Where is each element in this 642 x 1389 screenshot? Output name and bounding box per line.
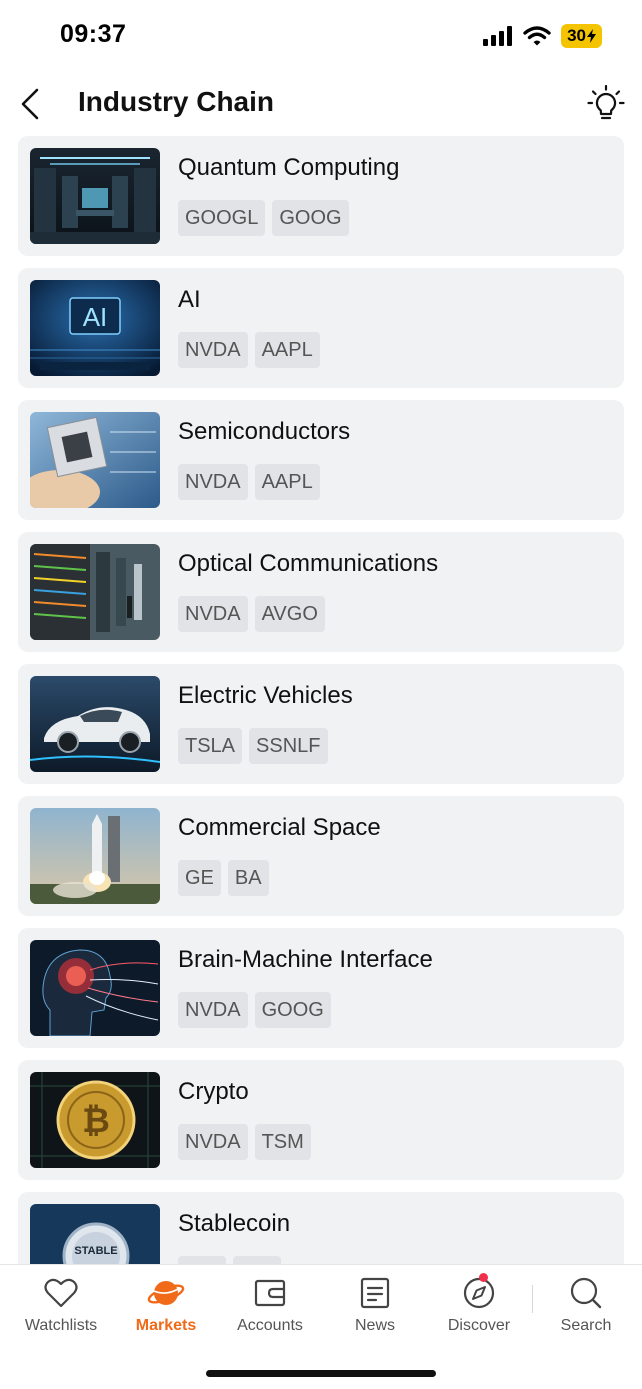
ticker-tag[interactable]: GE: [178, 860, 221, 896]
signal-icon: [483, 26, 513, 46]
planet-icon: [147, 1281, 185, 1305]
rocket-launch-image: [30, 808, 160, 904]
ticker-tags: NVDA AAPL: [178, 464, 320, 500]
heart-icon: [44, 1278, 78, 1308]
tab-label: Accounts: [237, 1317, 303, 1334]
tab-label: Search: [560, 1317, 612, 1334]
industry-card-quantum-computing[interactable]: Quantum Computing GOOGL GOOG: [18, 136, 624, 256]
ticker-tag[interactable]: AAPL: [254, 464, 320, 500]
industry-name: Stablecoin: [178, 1210, 291, 1237]
bottom-tab-bar: Watchlists Markets Accounts News Discove…: [0, 1264, 642, 1389]
ticker-tag[interactable]: GOOG: [254, 992, 331, 1028]
industry-name: Quantum Computing: [178, 154, 400, 181]
ai-chip-image: AI: [30, 280, 160, 376]
ticker-tag[interactable]: SSNLF: [249, 728, 328, 764]
ticker-tags: GE BA: [178, 860, 269, 896]
tips-button[interactable]: [586, 82, 626, 126]
compass-icon: [463, 1277, 495, 1309]
stable-coin-text: STABLE: [74, 1245, 117, 1257]
ticker-tag[interactable]: [233, 1256, 281, 1264]
tab-search[interactable]: Search: [536, 1275, 636, 1335]
page-title: Industry Chain: [78, 86, 275, 117]
ticker-tags: NVDA AVGO: [178, 596, 325, 632]
ticker-tag[interactable]: TSLA: [178, 728, 243, 764]
ticker-tag[interactable]: AVGO: [254, 596, 325, 632]
ticker-tags: GOOGL GOOG: [178, 200, 349, 236]
industry-card-brain-machine-interface[interactable]: Brain-Machine Interface NVDA GOOG: [18, 928, 624, 1048]
industry-name: Crypto: [178, 1078, 249, 1105]
ai-chip-text: AI: [83, 302, 108, 332]
svg-text:₿: ₿: [82, 1102, 110, 1140]
electric-car-image: [30, 676, 160, 772]
industry-name: Semiconductors: [178, 418, 351, 445]
industry-name: Electric Vehicles: [178, 682, 353, 709]
status-bar: 09:37 30: [0, 0, 642, 72]
industry-card-crypto[interactable]: ₿ Crypto NVDA TSM: [18, 1060, 624, 1180]
ticker-tag[interactable]: NVDA: [178, 332, 248, 368]
tab-discover[interactable]: Discover: [429, 1273, 529, 1335]
ticker-tag[interactable]: NVDA: [178, 992, 248, 1028]
stable-coin-image: STABLE: [30, 1204, 160, 1264]
back-button[interactable]: [12, 84, 48, 124]
industry-name: AI: [178, 286, 201, 313]
ticker-tag[interactable]: GOOG: [272, 200, 349, 236]
tab-watchlists[interactable]: Watchlists: [11, 1275, 111, 1335]
tab-label: Markets: [135, 1317, 197, 1334]
nav-header: Industry Chain: [0, 72, 642, 136]
tab-label: News: [354, 1317, 395, 1334]
fiber-racks-image: [30, 544, 160, 640]
battery-indicator: 30: [561, 24, 602, 48]
brain-head-image: [30, 940, 160, 1036]
status-time: 09:37: [60, 20, 127, 48]
tab-divider: [532, 1285, 533, 1313]
ticker-tag[interactable]: AAPL: [254, 332, 320, 368]
industry-card-semiconductors[interactable]: Semiconductors NVDA AAPL: [18, 400, 624, 520]
tab-news[interactable]: News: [325, 1275, 425, 1335]
industry-name: Optical Communications: [178, 550, 439, 577]
ticker-tag[interactable]: [178, 1256, 226, 1264]
ticker-tags: [178, 1256, 281, 1264]
news-icon: [360, 1277, 390, 1309]
industry-card-optical-communications[interactable]: Optical Communications NVDA AVGO: [18, 532, 624, 652]
wallet-icon: [254, 1279, 286, 1307]
industry-name: Brain-Machine Interface: [178, 946, 433, 973]
bitcoin-coin-image: ₿: [30, 1072, 160, 1168]
industry-name: Commercial Space: [178, 814, 381, 841]
tab-markets[interactable]: Markets: [116, 1275, 216, 1335]
search-icon: [570, 1277, 602, 1309]
industry-card-stablecoin[interactable]: STABLE Stablecoin: [18, 1192, 624, 1264]
microchip-image: [30, 412, 160, 508]
chevron-left-icon: [21, 88, 39, 120]
ticker-tag[interactable]: BA: [227, 860, 269, 896]
server-room-image: [30, 148, 160, 244]
wifi-icon: [523, 26, 551, 46]
home-indicator: [206, 1370, 436, 1377]
ticker-tags: NVDA GOOG: [178, 992, 331, 1028]
tab-label: Discover: [447, 1317, 511, 1334]
industry-card-commercial-space[interactable]: Commercial Space GE BA: [18, 796, 624, 916]
ticker-tag[interactable]: NVDA: [178, 1124, 248, 1160]
charging-bolt-icon: [587, 29, 596, 43]
battery-level: 30: [567, 26, 586, 45]
ticker-tag[interactable]: GOOGL: [178, 200, 266, 236]
industry-list[interactable]: Quantum Computing GOOGL GOOG AI AI NVDA …: [18, 136, 624, 1264]
industry-card-electric-vehicles[interactable]: Electric Vehicles TSLA SSNLF: [18, 664, 624, 784]
ticker-tag[interactable]: TSM: [254, 1124, 311, 1160]
tab-accounts[interactable]: Accounts: [220, 1275, 320, 1335]
ticker-tag[interactable]: NVDA: [178, 464, 248, 500]
industry-card-ai[interactable]: AI AI NVDA AAPL: [18, 268, 624, 388]
notification-dot: [479, 1273, 488, 1282]
ticker-tags: NVDA AAPL: [178, 332, 320, 368]
tab-label: Watchlists: [24, 1317, 98, 1334]
ticker-tag[interactable]: NVDA: [178, 596, 248, 632]
lightbulb-icon: [587, 85, 625, 120]
ticker-tags: NVDA TSM: [178, 1124, 311, 1160]
ticker-tags: TSLA SSNLF: [178, 728, 328, 764]
status-icons: 30: [483, 24, 602, 48]
